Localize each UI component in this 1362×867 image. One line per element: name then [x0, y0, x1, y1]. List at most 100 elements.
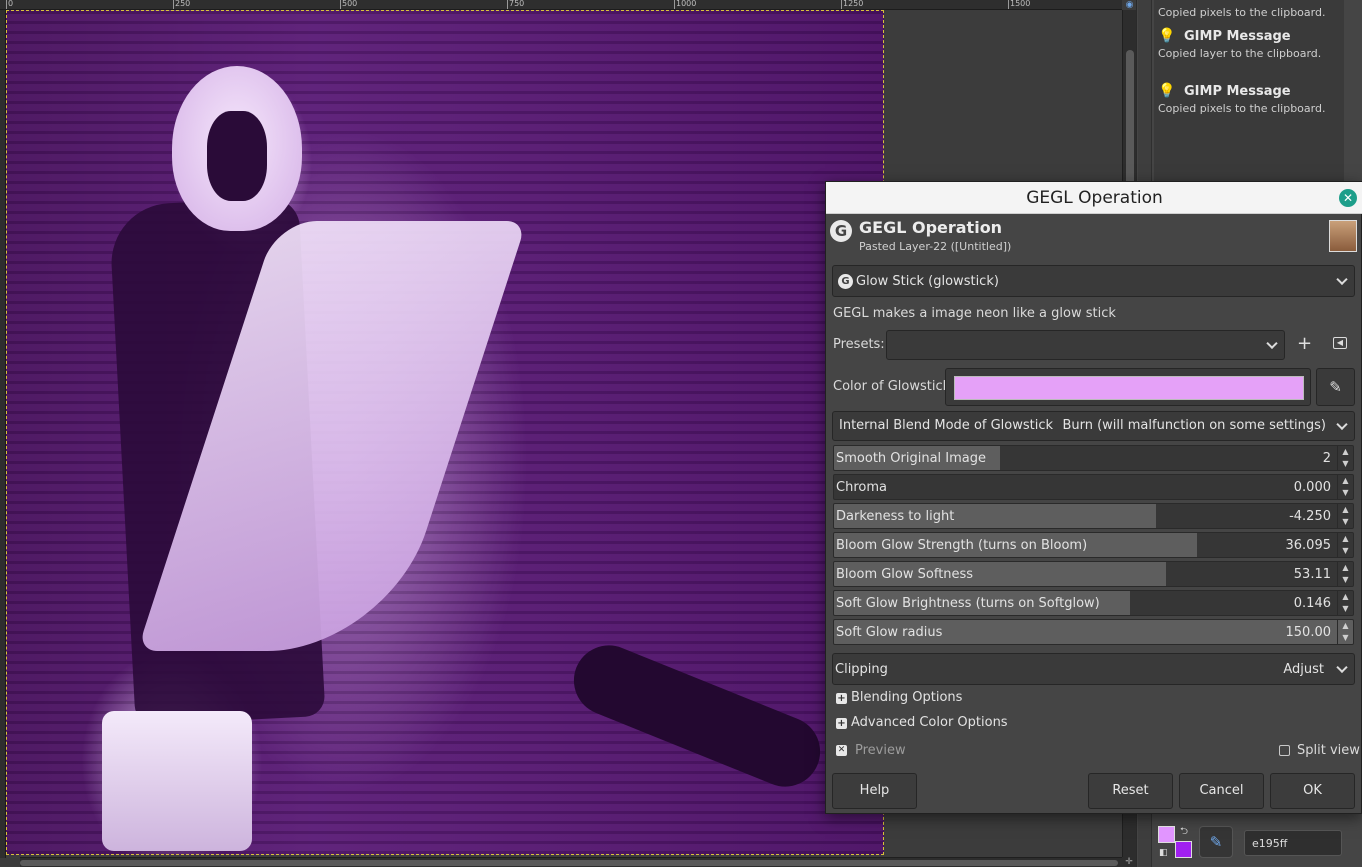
operation-name: Glow Stick (glowstick): [856, 274, 999, 289]
message-body: Copied pixels to the clipboard.: [1158, 102, 1326, 115]
help-button[interactable]: Help: [832, 773, 917, 809]
reset-colors-icon[interactable]: ◧: [1159, 848, 1168, 858]
slider-bloom-glow-strength[interactable]: Bloom Glow Strength (turns on Bloom) 36.…: [833, 532, 1354, 558]
chevron-down-icon: [1266, 337, 1278, 350]
slider-value[interactable]: 150.00: [1286, 625, 1332, 640]
ok-button[interactable]: OK: [1270, 773, 1355, 809]
ruler-label: 0: [8, 0, 14, 8]
slider-soft-glow-radius[interactable]: Soft Glow radius 150.00 ▲ ▼: [833, 619, 1354, 645]
slider-chroma[interactable]: Chroma 0.000 ▲ ▼: [833, 474, 1354, 500]
expand-plus-icon: +: [836, 718, 847, 729]
slider-label: Smooth Original Image: [836, 451, 987, 466]
operation-select[interactable]: G Glow Stick (glowstick): [832, 265, 1355, 297]
glowstick-color-button[interactable]: [945, 368, 1311, 406]
add-preset-icon[interactable]: +: [1297, 335, 1312, 353]
slider-label: Bloom Glow Softness: [836, 567, 974, 582]
zoom-corner-icon[interactable]: ✛: [1122, 857, 1136, 867]
chevron-down-icon: [1336, 273, 1348, 286]
handbag: [102, 711, 252, 851]
clipping-value: Adjust: [1283, 662, 1324, 677]
split-view-label: Split view: [1297, 743, 1360, 758]
horizontal-ruler[interactable]: 0 250 500 750 1000 1250 1500: [0, 0, 1122, 10]
message-body: Copied layer to the clipboard.: [1158, 47, 1322, 60]
spin-arrows-icon[interactable]: ▲ ▼: [1337, 591, 1353, 615]
blend-mode-select[interactable]: Internal Blend Mode of Glowstick Burn (w…: [832, 411, 1355, 441]
message-title: GIMP Message: [1184, 29, 1291, 44]
preset-menu-icon[interactable]: ◀: [1333, 337, 1347, 349]
spin-arrows-icon[interactable]: ▲ ▼: [1337, 562, 1353, 586]
advanced-color-options-expander[interactable]: + Advanced Color Options: [836, 715, 1008, 730]
slider-label: Chroma: [836, 480, 887, 495]
slider-smooth-original-image[interactable]: Smooth Original Image 2 ▲ ▼: [833, 445, 1354, 471]
blending-options-expander[interactable]: + Blending Options: [836, 690, 962, 705]
color-picker-button[interactable]: ✎: [1199, 826, 1233, 858]
message-title: GIMP Message: [1184, 84, 1291, 99]
reset-button[interactable]: Reset: [1088, 773, 1173, 809]
ruler-label: 750: [509, 0, 525, 8]
ruler-label: 250: [175, 0, 191, 8]
slider-label: Soft Glow radius: [836, 625, 943, 640]
slider-value[interactable]: 0.000: [1294, 480, 1331, 495]
expand-plus-icon: +: [836, 693, 847, 704]
slider-label: Soft Glow Brightness (turns on Softglow): [836, 596, 1100, 611]
swap-colors-icon[interactable]: ⮌: [1180, 824, 1188, 841]
message-body: Copied pixels to the clipboard.: [1158, 6, 1326, 19]
cancel-button[interactable]: Cancel: [1179, 773, 1264, 809]
scrollbar-thumb[interactable]: [1126, 50, 1134, 190]
dialog-header-title: GEGL Operation: [859, 218, 1003, 237]
hex-color-field[interactable]: e195ff: [1244, 830, 1342, 856]
slider-value[interactable]: -4.250: [1289, 509, 1331, 524]
gegl-operation-dialog: GEGL Operation ✕ G GEGL Operation Pasted…: [825, 181, 1362, 814]
background-color-swatch[interactable]: [1175, 841, 1192, 858]
eyedropper-icon[interactable]: ✎: [1316, 368, 1355, 406]
horizontal-scrollbar[interactable]: [20, 857, 1122, 867]
presets-select[interactable]: [886, 330, 1285, 360]
layer-thumbnail: [1329, 220, 1357, 252]
dialog-title: GEGL Operation: [1026, 188, 1163, 208]
ruler-label: 1500: [1010, 0, 1031, 8]
dialog-titlebar[interactable]: GEGL Operation ✕: [826, 182, 1362, 214]
spin-arrows-icon[interactable]: ▲ ▼: [1337, 446, 1353, 470]
slider-value[interactable]: 36.095: [1286, 538, 1332, 553]
gegl-logo-icon: G: [830, 220, 852, 242]
image-canvas[interactable]: [6, 10, 884, 855]
slider-label: Darkeness to light: [836, 509, 955, 524]
ruler-label: 1000: [676, 0, 697, 8]
slider-soft-glow-brightness[interactable]: Soft Glow Brightness (turns on Softglow)…: [833, 590, 1354, 616]
slider-bloom-glow-softness[interactable]: Bloom Glow Softness 53.11 ▲ ▼: [833, 561, 1354, 587]
lightbulb-icon: 💡: [1158, 83, 1176, 99]
navigate-icon[interactable]: ◉: [1123, 0, 1136, 10]
clipping-select[interactable]: Clipping Adjust: [832, 653, 1355, 685]
glowstick-color-swatch: [954, 376, 1304, 400]
expander-label: Advanced Color Options: [851, 715, 1008, 730]
slider-value[interactable]: 53.11: [1294, 567, 1331, 582]
foreground-color-swatch[interactable]: [1158, 826, 1175, 843]
spin-arrows-icon[interactable]: ▲ ▼: [1337, 620, 1353, 644]
blend-mode-value: Burn (will malfunction on some settings): [1062, 418, 1326, 433]
gegl-logo-icon: G: [838, 274, 853, 289]
slider-label: Bloom Glow Strength (turns on Bloom): [836, 538, 1088, 553]
figure-face: [207, 111, 267, 201]
error-console: Copied pixels to the clipboard. 💡 GIMP M…: [1154, 0, 1344, 190]
clipping-label: Clipping: [835, 662, 888, 677]
operation-description: GEGL makes a image neon like a glow stic…: [833, 306, 1116, 321]
spin-arrows-icon[interactable]: ▲ ▼: [1337, 475, 1353, 499]
spin-arrows-icon[interactable]: ▲ ▼: [1337, 533, 1353, 557]
blend-mode-label: Internal Blend Mode of Glowstick: [839, 418, 1054, 433]
lightbulb-icon: 💡: [1158, 28, 1176, 44]
ruler-label: 1250: [843, 0, 864, 8]
slider-value[interactable]: 0.146: [1294, 596, 1331, 611]
expander-label: Blending Options: [851, 690, 963, 705]
split-view-checkbox[interactable]: [1279, 745, 1290, 756]
chevron-down-icon: [1336, 418, 1348, 431]
glowstick-color-label: Color of Glowstick: [833, 379, 951, 394]
close-icon[interactable]: ✕: [1339, 189, 1357, 207]
dialog-header-subtitle: Pasted Layer-22 ([Untitled]): [859, 240, 1012, 253]
gimp-window: 0 250 500 750 1000 1250 1500 ◉ ✛ Copied …: [0, 0, 1362, 867]
preview-checkbox[interactable]: ✕: [836, 745, 847, 756]
slider-darkeness-to-light[interactable]: Darkeness to light -4.250 ▲ ▼: [833, 503, 1354, 529]
slider-value[interactable]: 2: [1323, 451, 1331, 466]
scrollbar-thumb[interactable]: [20, 860, 1118, 866]
spin-arrows-icon[interactable]: ▲ ▼: [1337, 504, 1353, 528]
preview-label: Preview: [855, 743, 906, 758]
